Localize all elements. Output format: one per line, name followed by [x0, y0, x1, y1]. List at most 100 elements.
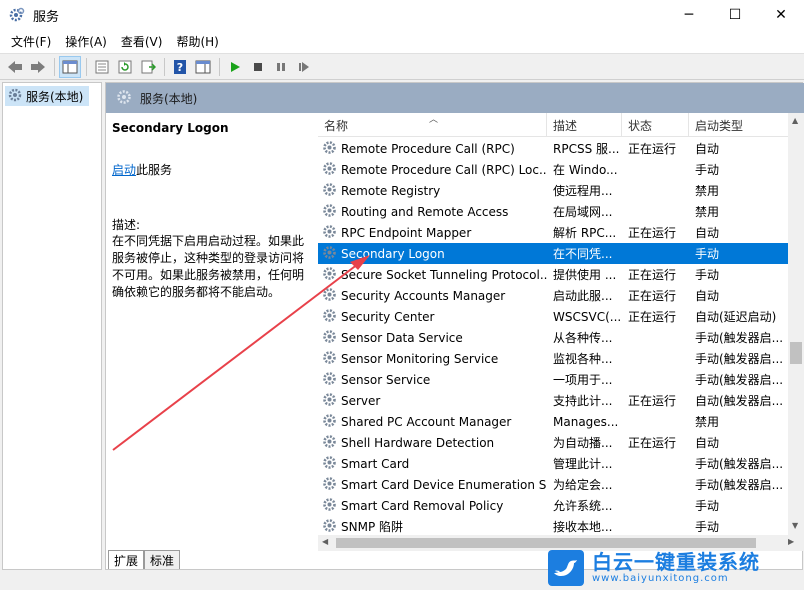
table-row[interactable]: Remote Procedure Call (RPC) Loc... 在 Wind…	[318, 159, 788, 180]
services-gear-icon	[8, 88, 22, 105]
services-list: 名称 ︿ 描述 状态 启动类型 Remote Procedure Call (R…	[318, 113, 804, 551]
maximize-button[interactable]: ☐	[712, 0, 758, 30]
service-description-cell: 使远程用...	[553, 184, 613, 198]
vertical-scrollbar[interactable]: ▲ ▼	[788, 113, 804, 535]
tree-item-services-local[interactable]: 服务(本地)	[5, 86, 89, 106]
play-icon	[231, 61, 240, 72]
menu-help[interactable]: 帮助(H)	[169, 33, 225, 50]
service-description-cell: 允许系统...	[553, 499, 613, 513]
service-name-cell: Remote Procedure Call (RPC)	[341, 141, 515, 156]
service-name-cell: Secure Socket Tunneling Protocol...	[341, 267, 547, 282]
service-startup-cell: 手动	[695, 268, 720, 282]
menu-view[interactable]: 查看(V)	[114, 33, 170, 50]
service-name-cell: Smart Card	[341, 456, 410, 471]
service-gear-icon	[322, 203, 337, 221]
service-startup-cell: 禁用	[695, 184, 720, 198]
table-row[interactable]: Secure Socket Tunneling Protocol... 提供使用 …	[318, 264, 788, 285]
table-row[interactable]: Remote Registry 使远程用... 禁用	[318, 180, 788, 201]
service-status-cell: 正在运行	[628, 142, 677, 156]
services-gear-icon	[116, 89, 132, 108]
service-description-cell: 解析 RPC...	[553, 226, 617, 240]
service-startup-cell: 自动(延迟启动)	[695, 310, 777, 324]
column-status[interactable]: 状态	[622, 113, 689, 137]
properties-icon	[95, 60, 109, 73]
service-startup-cell: 自动(触发器启...	[695, 394, 784, 408]
refresh-button[interactable]	[114, 56, 136, 78]
table-row[interactable]: RPC Endpoint Mapper 解析 RPC... 正在运行 自动	[318, 222, 788, 243]
start-service-link[interactable]: 启动	[112, 163, 136, 177]
service-startup-cell: 手动	[695, 163, 720, 177]
close-button[interactable]: ✕	[758, 0, 804, 30]
table-row[interactable]: Sensor Data Service 从各种传... 手动(触发器启...	[318, 327, 788, 348]
console-tree-button[interactable]	[59, 55, 81, 78]
service-startup-cell: 手动(触发器启...	[695, 352, 784, 366]
service-gear-icon	[322, 392, 337, 410]
show-hide-action-pane-button[interactable]	[192, 56, 214, 78]
back-button[interactable]	[4, 56, 26, 78]
service-name-cell: Remote Registry	[341, 183, 441, 198]
service-description-cell: RPCSS 服...	[553, 142, 620, 156]
service-startup-cell: 自动	[695, 289, 720, 303]
service-status-cell: 正在运行	[628, 436, 677, 450]
forward-button[interactable]	[27, 56, 49, 78]
forward-arrow-icon	[31, 60, 45, 73]
toolbar-separator	[219, 57, 220, 76]
pause-service-button[interactable]	[270, 56, 292, 78]
start-service-line: 启动此服务	[112, 161, 305, 178]
restart-service-button[interactable]	[293, 56, 315, 78]
help-button[interactable]: ?	[169, 56, 191, 78]
properties-button[interactable]	[91, 56, 113, 78]
export-list-button[interactable]	[137, 56, 159, 78]
service-description-cell: Manages...	[553, 414, 619, 429]
scroll-left-icon[interactable]: ◀	[322, 537, 328, 546]
vertical-scroll-thumb[interactable]	[790, 342, 802, 364]
table-row[interactable]: Security Center WSCSVC(... 正在运行 自动(延迟启动)	[318, 306, 788, 327]
service-gear-icon	[322, 140, 337, 158]
service-gear-icon	[322, 245, 337, 263]
service-description-cell: 在不同凭...	[553, 247, 613, 261]
service-description-cell: 在 Windo...	[553, 163, 618, 177]
restart-icon	[299, 61, 309, 72]
table-row[interactable]: Remote Procedure Call (RPC) RPCSS 服... 正在运…	[318, 138, 788, 159]
start-service-button[interactable]	[224, 56, 246, 78]
menu-file[interactable]: 文件(F)	[4, 33, 58, 50]
refresh-icon	[118, 60, 132, 73]
panel-title: 服务(本地)	[140, 91, 198, 106]
column-startup-type[interactable]: 启动类型	[689, 113, 788, 137]
service-description-cell: 启动此服...	[553, 289, 613, 303]
table-row[interactable]: SNMP 陷阱 接收本地... 手动	[318, 516, 788, 535]
service-name-cell: Smart Card Removal Policy	[341, 498, 504, 513]
column-status-label: 状态	[628, 118, 653, 133]
stop-icon	[254, 62, 262, 71]
table-row[interactable]: Secondary Logon 在不同凭... 手动	[318, 243, 788, 264]
tab-extended[interactable]: 扩展	[108, 550, 145, 569]
table-row[interactable]: Smart Card 管理此计... 手动(触发器启...	[318, 453, 788, 474]
scroll-up-icon[interactable]: ▲	[792, 116, 798, 125]
table-row[interactable]: Shared PC Account Manager Manages... 禁用	[318, 411, 788, 432]
service-description-cell: 一项用于...	[553, 373, 613, 387]
service-gear-icon	[322, 287, 337, 305]
stop-service-button[interactable]	[247, 56, 269, 78]
service-startup-cell: 手动	[695, 520, 720, 534]
service-startup-cell: 自动	[695, 436, 720, 450]
services-gear-icon	[9, 7, 25, 23]
service-name-cell: RPC Endpoint Mapper	[341, 225, 472, 240]
scroll-down-icon[interactable]: ▼	[792, 521, 798, 530]
table-row[interactable]: Sensor Monitoring Service 监视各种... 手动(触发器启.…	[318, 348, 788, 369]
table-row[interactable]: Server 支持此计... 正在运行 自动(触发器启...	[318, 390, 788, 411]
menu-action[interactable]: 操作(A)	[58, 33, 114, 50]
table-row[interactable]: Smart Card Device Enumeration S... 为给定会..…	[318, 474, 788, 495]
table-row[interactable]: Sensor Service 一项用于... 手动(触发器启...	[318, 369, 788, 390]
minimize-button[interactable]: ─	[666, 0, 712, 30]
service-startup-cell: 手动	[695, 499, 720, 513]
table-row[interactable]: Routing and Remote Access 在局域网... 禁用	[318, 201, 788, 222]
tab-standard[interactable]: 标准	[144, 550, 181, 569]
service-gear-icon	[322, 455, 337, 473]
table-row[interactable]: Security Accounts Manager 启动此服... 正在运行 自动	[318, 285, 788, 306]
start-service-suffix: 此服务	[136, 163, 173, 177]
table-row[interactable]: Smart Card Removal Policy 允许系统... 手动	[318, 495, 788, 516]
table-row[interactable]: Shell Hardware Detection 为自动播... 正在运行 自动	[318, 432, 788, 453]
service-startup-cell: 自动	[695, 142, 720, 156]
column-description[interactable]: 描述	[547, 113, 622, 137]
maximize-icon: ☐	[728, 7, 742, 23]
